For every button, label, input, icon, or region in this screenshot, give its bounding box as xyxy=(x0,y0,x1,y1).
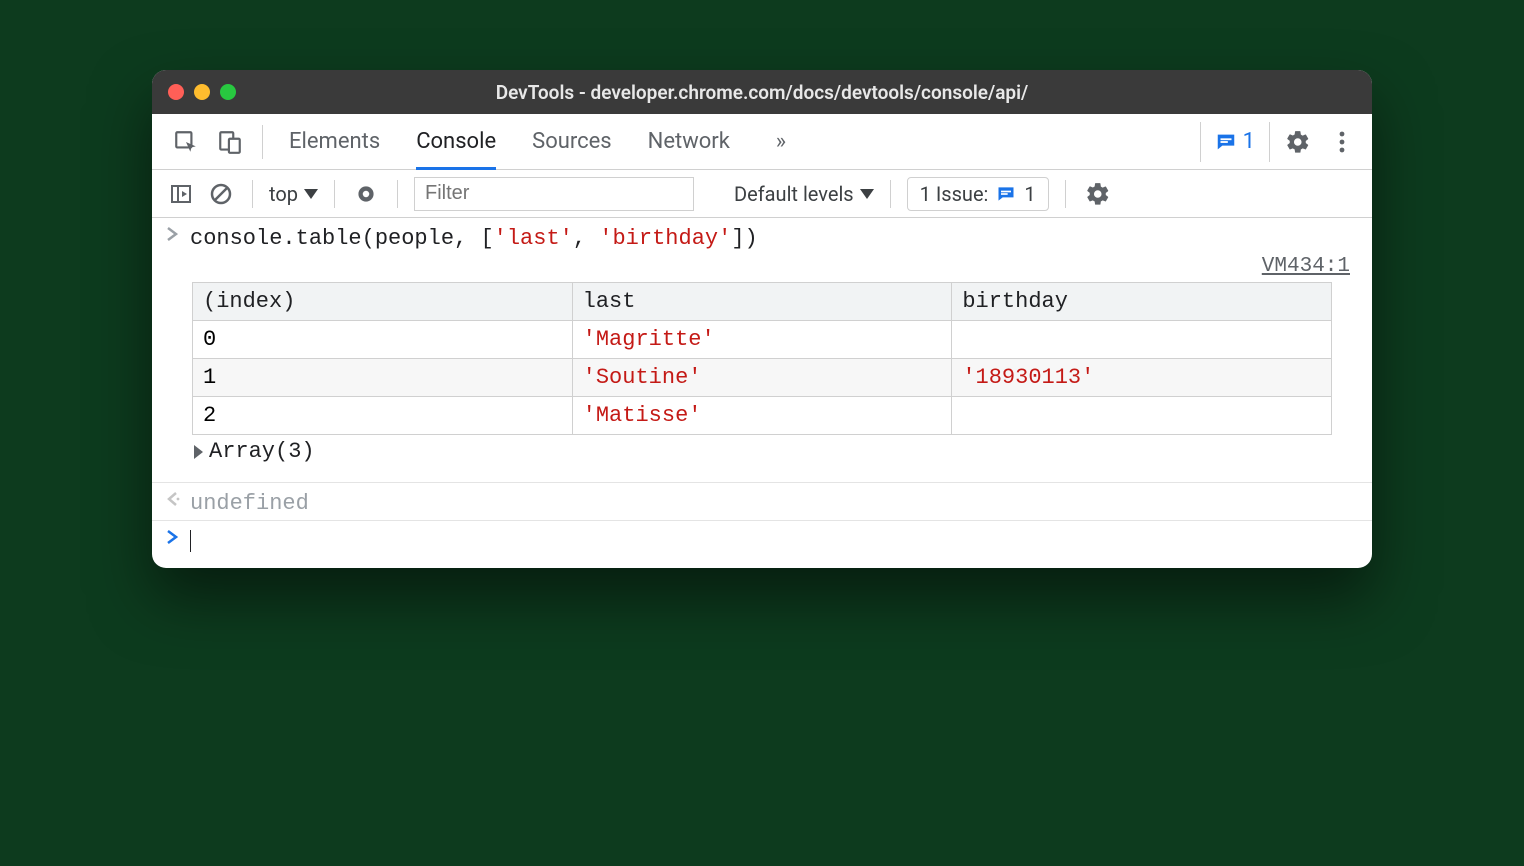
cell-index: 2 xyxy=(193,397,573,435)
messages-chip[interactable]: 1 xyxy=(1200,122,1270,162)
console-command[interactable]: console.table(people, ['last', 'birthday… xyxy=(190,226,758,251)
array-summary[interactable]: Array(3) xyxy=(192,435,1332,472)
device-toggle-icon[interactable] xyxy=(210,122,250,162)
col-last[interactable]: last xyxy=(572,283,952,321)
right-tools: 1 xyxy=(1200,122,1358,162)
separator xyxy=(1065,180,1066,208)
live-expression-icon[interactable] xyxy=(351,174,381,214)
message-icon xyxy=(1215,131,1237,153)
cell-birthday xyxy=(952,321,1332,359)
console-return-row: undefined xyxy=(152,482,1372,521)
prompt-icon xyxy=(166,529,190,545)
cell-index: 1 xyxy=(193,359,573,397)
col-index[interactable]: (index) xyxy=(193,283,573,321)
chevron-right-icon xyxy=(166,226,190,242)
separator xyxy=(334,180,335,208)
table-header-row: (index) last birthday xyxy=(193,283,1332,321)
table-row[interactable]: 0 'Magritte' xyxy=(193,321,1332,359)
message-icon xyxy=(996,184,1016,204)
settings-icon[interactable] xyxy=(1282,126,1314,158)
issues-label: 1 Issue: xyxy=(920,182,989,206)
zoom-icon[interactable] xyxy=(220,84,236,100)
issues-chip[interactable]: 1 Issue: 1 xyxy=(907,177,1049,211)
separator xyxy=(262,125,263,159)
table-row[interactable]: 1 'Soutine' '18930113' xyxy=(193,359,1332,397)
cell-last: 'Matisse' xyxy=(572,397,952,435)
return-arrow-icon xyxy=(166,491,190,507)
tab-console[interactable]: Console xyxy=(416,114,496,169)
chevron-down-icon xyxy=(304,189,318,199)
array-label: Array(3) xyxy=(209,439,315,464)
console-body: console.table(people, ['last', 'birthday… xyxy=(152,218,1372,568)
tab-network[interactable]: Network xyxy=(648,114,730,169)
cell-birthday xyxy=(952,397,1332,435)
tabs: Elements Console Sources Network » xyxy=(289,114,796,169)
text-caret xyxy=(190,530,191,552)
devtools-window: DevTools - developer.chrome.com/docs/dev… xyxy=(152,70,1372,568)
context-selector[interactable]: top xyxy=(269,182,318,206)
console-table[interactable]: (index) last birthday 0 'Magritte' 1 'So… xyxy=(192,282,1332,435)
filter-input[interactable] xyxy=(414,177,694,211)
col-birthday[interactable]: birthday xyxy=(952,283,1332,321)
toggle-sidebar-icon[interactable] xyxy=(166,174,196,214)
clear-console-icon[interactable] xyxy=(206,174,236,214)
console-prompt-row[interactable] xyxy=(152,521,1372,568)
context-label: top xyxy=(269,182,298,206)
close-icon[interactable] xyxy=(168,84,184,100)
prompt-input[interactable] xyxy=(190,529,191,554)
cell-last: 'Magritte' xyxy=(572,321,952,359)
cell-index: 0 xyxy=(193,321,573,359)
source-link[interactable]: VM434:1 xyxy=(152,255,1372,278)
console-input-row: console.table(people, ['last', 'birthday… xyxy=(152,218,1372,255)
titlebar[interactable]: DevTools - developer.chrome.com/docs/dev… xyxy=(152,70,1372,114)
table-output: (index) last birthday 0 'Magritte' 1 'So… xyxy=(192,282,1332,472)
inspect-icon[interactable] xyxy=(166,122,206,162)
table-row[interactable]: 2 'Matisse' xyxy=(193,397,1332,435)
return-value: undefined xyxy=(190,491,309,516)
minimize-icon[interactable] xyxy=(194,84,210,100)
tabs-overflow-icon[interactable]: » xyxy=(766,129,796,154)
chevron-down-icon xyxy=(860,189,874,199)
issues-count: 1 xyxy=(1024,182,1035,206)
console-settings-icon[interactable] xyxy=(1082,178,1114,210)
separator xyxy=(397,180,398,208)
more-icon[interactable] xyxy=(1326,126,1358,158)
traffic-lights xyxy=(168,84,236,100)
cell-last: 'Soutine' xyxy=(572,359,952,397)
main-tabbar: Elements Console Sources Network » 1 xyxy=(152,114,1372,170)
separator xyxy=(252,180,253,208)
levels-label: Default levels xyxy=(734,182,854,206)
console-toolbar: top Default levels 1 Issue: 1 xyxy=(152,170,1372,218)
levels-selector[interactable]: Default levels xyxy=(734,182,874,206)
tab-elements[interactable]: Elements xyxy=(289,114,380,169)
tab-sources[interactable]: Sources xyxy=(532,114,612,169)
cell-birthday: '18930113' xyxy=(952,359,1332,397)
window-title: DevTools - developer.chrome.com/docs/dev… xyxy=(496,81,1029,104)
disclosure-icon[interactable] xyxy=(194,445,203,459)
separator xyxy=(890,180,891,208)
messages-count: 1 xyxy=(1243,129,1255,154)
